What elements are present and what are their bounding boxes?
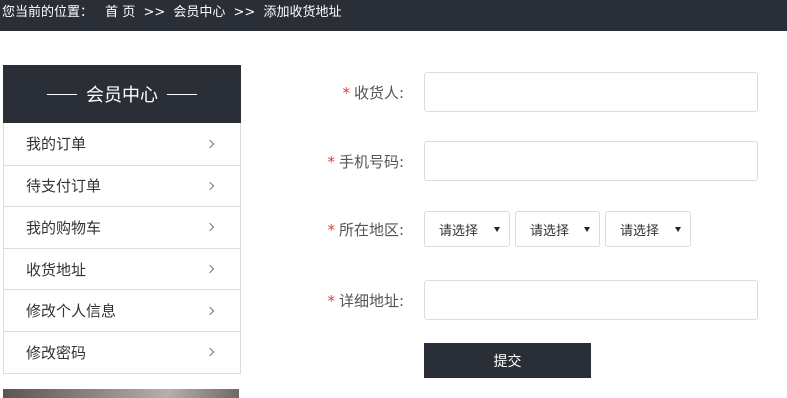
sidebar-title: 会员中心 <box>86 85 158 106</box>
recipient-row: * 收货人: <box>300 72 770 112</box>
district-select-value: 请选择 <box>620 223 660 239</box>
district-select[interactable]: 请选择 <box>605 211 691 247</box>
address-row: * 详细地址: <box>300 280 770 320</box>
required-mark: * <box>342 83 350 102</box>
dropdown-arrow-icon <box>584 226 590 232</box>
province-select-value: 请选择 <box>439 223 479 239</box>
chevron-right-icon <box>205 139 215 149</box>
sidebar-item-pending-payment[interactable]: 待支付订单 <box>4 164 240 207</box>
address-input[interactable] <box>424 280 758 320</box>
breadcrumb-bar: 您当前的位置： 首 页 >> 会员中心 >> 添加收货地址 <box>0 0 787 31</box>
sidebar-item-edit-profile[interactable]: 修改个人信息 <box>4 289 240 331</box>
breadcrumb-member-center-link[interactable]: 会员中心 <box>173 5 225 20</box>
phone-label: * 手机号码: <box>300 151 404 172</box>
sidebar-item-change-password[interactable]: 修改密码 <box>4 330 240 373</box>
sidebar-item-label: 我的购物车 <box>26 218 102 237</box>
sidebar-item-cart[interactable]: 我的购物车 <box>4 206 240 248</box>
sidebar-item-label: 收货地址 <box>26 260 87 279</box>
address-label: * 详细地址: <box>300 290 404 311</box>
sidebar-item-label: 我的订单 <box>26 135 87 154</box>
phone-row: * 手机号码: <box>300 141 770 181</box>
required-mark: * <box>327 152 335 171</box>
sidebar-header: 会员中心 <box>3 65 241 123</box>
recipient-label: * 收货人: <box>300 82 404 103</box>
breadcrumb-current: 添加收货地址 <box>263 5 342 20</box>
breadcrumb-label: 您当前的位置： <box>2 5 94 20</box>
submit-row: 提交 <box>300 343 770 378</box>
region-row: * 所在地区: 请选择 请选择 请选择 <box>300 211 770 247</box>
province-select[interactable]: 请选择 <box>424 211 510 247</box>
chevron-right-icon <box>205 223 215 232</box>
chevron-right-icon <box>205 348 215 357</box>
chevron-right-icon <box>205 306 215 315</box>
required-mark: * <box>327 291 335 310</box>
phone-input[interactable] <box>424 141 758 181</box>
dropdown-arrow-icon <box>675 226 681 232</box>
breadcrumb-home-link[interactable]: 首 页 <box>105 5 135 20</box>
region-label-text: 所在地区: <box>338 220 404 239</box>
sidebar-banner-image <box>3 389 239 398</box>
address-label-text: 详细地址: <box>338 291 404 310</box>
phone-label-text: 手机号码: <box>338 152 404 171</box>
dropdown-arrow-icon <box>494 226 500 232</box>
region-label: * 所在地区: <box>300 219 404 240</box>
member-sidebar: 会员中心 我的订单 待支付订单 我的购物车 收货地址 修改个人信息 修改密码 <box>3 65 241 374</box>
chevron-right-icon <box>205 264 215 274</box>
sidebar-item-my-orders[interactable]: 我的订单 <box>4 123 240 165</box>
chevron-right-icon <box>205 181 215 191</box>
header-dash-right <box>167 93 197 95</box>
recipient-label-text: 收货人: <box>353 83 404 102</box>
sidebar-item-label: 修改个人信息 <box>26 302 117 321</box>
recipient-input[interactable] <box>424 72 758 112</box>
city-select[interactable]: 请选择 <box>515 211 600 247</box>
breadcrumb-separator: >> <box>143 5 166 20</box>
required-mark: * <box>327 220 335 239</box>
city-select-value: 请选择 <box>530 223 570 239</box>
sidebar-menu: 我的订单 待支付订单 我的购物车 收货地址 修改个人信息 修改密码 <box>3 123 241 374</box>
header-dash-left <box>47 93 77 95</box>
sidebar-item-addresses[interactable]: 收货地址 <box>4 247 240 290</box>
sidebar-item-label: 待支付订单 <box>26 177 102 196</box>
submit-button[interactable]: 提交 <box>424 343 591 378</box>
sidebar-item-label: 修改密码 <box>26 343 87 362</box>
breadcrumb-separator: >> <box>233 5 256 20</box>
